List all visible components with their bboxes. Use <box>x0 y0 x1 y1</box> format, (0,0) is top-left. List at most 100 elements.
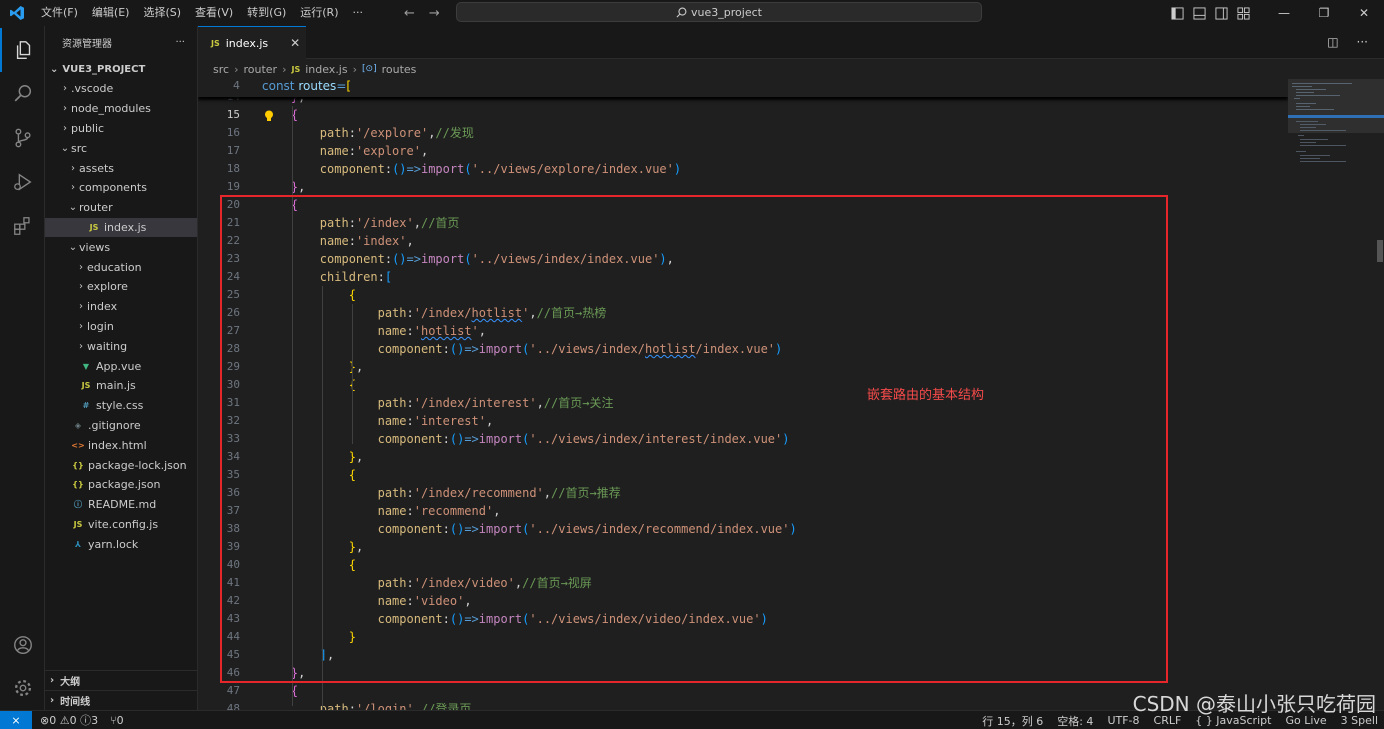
code-line[interactable]: 15 { <box>198 106 1288 124</box>
close-icon[interactable]: ✕ <box>290 36 300 50</box>
tree-item[interactable]: JS main.js <box>45 376 197 396</box>
command-center-search[interactable]: vue3_project <box>456 2 982 22</box>
timeline-section[interactable]: › 时间线 <box>45 690 198 710</box>
forward-arrow-icon[interactable]: → <box>429 6 440 21</box>
vertical-scrollbar[interactable] <box>1377 240 1383 262</box>
tree-item[interactable]: › education <box>45 257 197 277</box>
tree-item[interactable]: ◈ .gitignore <box>45 416 197 436</box>
line-number: 16 <box>226 126 240 139</box>
tree-item[interactable]: JS index.js <box>45 217 197 238</box>
menu-run[interactable]: 运行(R) <box>293 0 345 26</box>
code-line[interactable]: 19 }, <box>198 178 1288 196</box>
code-text: component:()=>import('../views/explore/i… <box>319 162 682 176</box>
menu-view[interactable]: 查看(V) <box>188 0 240 26</box>
tree-item[interactable]: ▼ App.vue <box>45 356 197 376</box>
tree-item[interactable]: # style.css <box>45 396 197 416</box>
toggle-primary-sidebar-icon[interactable] <box>1166 0 1188 26</box>
code-text: const routes=[ <box>262 79 352 93</box>
code-line[interactable]: 18 component:()=>import('../views/explor… <box>198 160 1288 178</box>
tree-item[interactable]: ⅄ yarn.lock <box>45 534 197 554</box>
minimap[interactable] <box>1288 79 1384 710</box>
chevron-right-icon: › <box>79 261 83 273</box>
code-text: path:'/login',//登录页 <box>319 702 472 710</box>
tree-item-label: README.md <box>88 498 157 512</box>
settings-gear-icon[interactable] <box>0 666 45 710</box>
line-number: 4 <box>233 79 240 92</box>
code-line[interactable]: 48 path:'/login',//登录页 <box>198 700 1288 710</box>
run-debug-icon[interactable] <box>0 160 45 204</box>
breadcrumb-src[interactable]: src <box>213 63 229 76</box>
indentation[interactable]: 空格: 4 <box>1057 713 1093 729</box>
code-line[interactable]: 47 { <box>198 682 1288 700</box>
annotation-text: 嵌套路由的基本结构 <box>867 388 985 403</box>
project-root-folder[interactable]: ⌄ VUE3_PROJECT <box>45 59 197 79</box>
file-type-icon: # <box>82 401 90 411</box>
breadcrumb-file[interactable]: index.js <box>305 63 347 76</box>
minimize-button[interactable]: — <box>1264 0 1304 26</box>
tree-item[interactable]: › explore <box>45 277 197 297</box>
minimap-preview <box>1288 83 1384 162</box>
close-window-button[interactable]: ✕ <box>1344 0 1384 26</box>
tree-item[interactable]: <> index.html <box>45 435 197 455</box>
tree-item[interactable]: ⓘ README.md <box>45 495 197 515</box>
more-actions-icon[interactable]: ··· <box>1357 35 1368 49</box>
customize-layout-icon[interactable] <box>1232 0 1254 26</box>
breadcrumb-symbol[interactable]: routes <box>382 63 417 76</box>
explorer-more-button[interactable]: ··· <box>175 37 185 48</box>
ports-indicator[interactable]: ⑂0 <box>110 714 124 727</box>
tree-item-label: package.json <box>88 478 161 492</box>
tree-item[interactable]: › login <box>45 317 197 337</box>
source-control-icon[interactable] <box>0 116 45 160</box>
split-editor-icon[interactable]: ◫ <box>1327 35 1338 49</box>
symbol-variable-icon: [⊙] <box>362 64 377 74</box>
code-editor[interactable]: 14 },15 {16 path:'/explore',//发现17 name:… <box>198 79 1288 710</box>
tree-item-label: vite.config.js <box>88 517 159 531</box>
code-line[interactable]: 17 name:'explore', <box>198 142 1288 160</box>
account-icon[interactable] <box>0 623 45 667</box>
problems-indicator[interactable]: ⊗0 ⚠0 ⓘ3 <box>40 712 98 728</box>
tree-item[interactable]: {} package-lock.json <box>45 455 197 475</box>
tree-item[interactable]: › public <box>45 119 197 139</box>
menu-file[interactable]: 文件(F) <box>34 0 85 26</box>
tree-item[interactable]: JS vite.config.js <box>45 515 197 535</box>
cursor-position[interactable]: 行 15，列 6 <box>982 713 1043 729</box>
chevron-right-icon: › <box>71 182 75 194</box>
breadcrumb-router[interactable]: router <box>243 63 277 76</box>
extensions-icon[interactable] <box>0 204 45 248</box>
line-number: 15 <box>226 108 240 121</box>
tree-item[interactable]: › assets <box>45 158 197 178</box>
tree-item[interactable]: ⌄ src <box>45 138 197 158</box>
tree-item-label: index <box>87 300 118 314</box>
sticky-scroll-line[interactable]: 4 const routes=[ <box>198 79 1288 97</box>
search-icon <box>676 7 687 17</box>
search-icon[interactable] <box>0 72 45 116</box>
explorer-icon[interactable] <box>0 28 45 72</box>
tree-item[interactable]: ⌄ router <box>45 198 197 218</box>
file-type-icon: JS <box>73 519 83 529</box>
chevron-right-icon: › <box>79 340 83 352</box>
tree-item[interactable]: › .vscode <box>45 79 197 99</box>
maximize-button[interactable]: ❐ <box>1304 0 1344 26</box>
tree-item[interactable]: › components <box>45 178 197 198</box>
tab-index-js[interactable]: JS index.js ✕ <box>198 26 306 59</box>
chevron-right-icon: › <box>234 62 239 76</box>
tree-item[interactable]: {} package.json <box>45 475 197 495</box>
back-arrow-icon[interactable]: ← <box>404 6 415 21</box>
remote-indicator-icon[interactable]: ⨯ <box>0 710 32 729</box>
search-text: vue3_project <box>691 5 762 19</box>
code-line[interactable]: 16 path:'/explore',//发现 <box>198 124 1288 142</box>
tree-item[interactable]: › node_modules <box>45 99 197 119</box>
menu-selection[interactable]: 选择(S) <box>136 0 188 26</box>
activity-bar <box>0 26 45 710</box>
outline-section[interactable]: › 大纲 <box>45 670 198 690</box>
tree-item[interactable]: › index <box>45 297 197 317</box>
js-file-icon: JS <box>211 38 220 48</box>
menu-more[interactable]: ··· <box>346 0 371 26</box>
tree-item[interactable]: › waiting <box>45 336 197 356</box>
tree-item[interactable]: ⌄ views <box>45 237 197 257</box>
toggle-secondary-sidebar-icon[interactable] <box>1210 0 1232 26</box>
chevron-right-icon: › <box>282 62 287 76</box>
menu-edit[interactable]: 编辑(E) <box>85 0 137 26</box>
toggle-panel-icon[interactable] <box>1188 0 1210 26</box>
menu-go[interactable]: 转到(G) <box>240 0 293 26</box>
